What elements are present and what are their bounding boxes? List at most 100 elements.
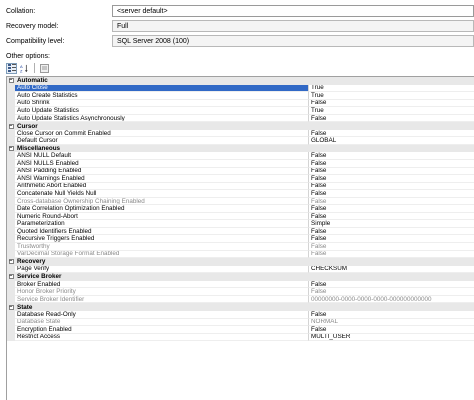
property-name[interactable]: Honor Broker Priority	[15, 288, 309, 296]
property-value[interactable]: True	[309, 92, 474, 100]
category-row-recovery[interactable]: − Recovery	[7, 258, 474, 266]
property-row[interactable]: Auto Update Statistics True	[7, 107, 474, 115]
property-name[interactable]: Trustworthy	[15, 243, 309, 251]
categorized-icon[interactable]	[6, 62, 17, 74]
property-value[interactable]: False	[309, 130, 474, 138]
property-name[interactable]: ANSI Warnings Enabled	[15, 175, 309, 183]
property-value[interactable]: False	[309, 190, 474, 198]
property-value[interactable]: False	[309, 228, 474, 236]
property-name[interactable]: Page Verify	[15, 265, 309, 274]
collapse-icon[interactable]: −	[8, 146, 14, 152]
property-name[interactable]: Close Cursor on Commit Enabled	[15, 129, 309, 138]
property-value[interactable]: False	[309, 175, 474, 183]
collapse-icon[interactable]: −	[8, 304, 14, 310]
property-row[interactable]: ANSI Warnings Enabled False	[7, 175, 474, 183]
property-name[interactable]: Database State	[15, 318, 309, 327]
category-row-state[interactable]: − State	[7, 303, 474, 311]
property-row[interactable]: VarDecimal Storage Format Enabled False	[7, 250, 474, 259]
property-name[interactable]: Recursive Triggers Enabled	[15, 235, 309, 244]
collapse-icon[interactable]: −	[8, 259, 14, 265]
property-row[interactable]: Auto Shrink False	[7, 99, 474, 108]
property-row[interactable]: Parameterization Simple	[7, 220, 474, 228]
collapse-icon[interactable]: −	[8, 123, 14, 129]
property-row[interactable]: Cross-database Ownership Chaining Enable…	[7, 197, 474, 206]
property-name[interactable]: Auto Update Statistics	[15, 107, 309, 115]
property-row[interactable]: Auto Create Statistics True	[7, 92, 474, 100]
property-name[interactable]: Service Broker Identifier	[15, 295, 309, 304]
property-name[interactable]: Encryption Enabled	[15, 326, 309, 334]
property-row[interactable]: Quoted Identifiers Enabled False	[7, 227, 474, 236]
property-value[interactable]: Simple	[309, 220, 474, 228]
property-row[interactable]: Trustworthy False	[7, 243, 474, 251]
property-value[interactable]: True	[309, 85, 474, 93]
property-row[interactable]: Database State NORMAL	[7, 318, 474, 327]
property-row[interactable]: Honor Broker Priority False	[7, 288, 474, 296]
property-row[interactable]: Service Broker Identifier 00000000-0000-0…	[7, 295, 474, 304]
property-value[interactable]: False	[309, 235, 474, 244]
property-name[interactable]: Broker Enabled	[15, 280, 309, 289]
alphabetical-icon[interactable]: AZ	[19, 63, 30, 74]
property-row[interactable]: ANSI NULL Default False	[7, 152, 474, 161]
property-name[interactable]: Auto Close	[15, 84, 309, 93]
property-name[interactable]: ANSI NULL Default	[15, 152, 309, 161]
property-name[interactable]: Concatenate Null Yields Null	[15, 190, 309, 198]
property-row[interactable]: Date Correlation Optimization Enabled Fal…	[7, 205, 474, 213]
property-name[interactable]: Cross-database Ownership Chaining Enable…	[15, 197, 309, 206]
property-row[interactable]: Arithmetic Abort Enabled False	[7, 182, 474, 191]
property-value[interactable]: False	[309, 100, 474, 108]
property-row[interactable]: Close Cursor on Commit Enabled False	[7, 129, 474, 138]
row-gutter	[7, 167, 15, 176]
property-row[interactable]: Database Read-Only False	[7, 310, 474, 319]
property-name[interactable]: ANSI Padding Enabled	[15, 167, 309, 176]
property-row[interactable]: Restrict Access MULTI_USER	[7, 333, 474, 342]
property-name[interactable]: VarDecimal Storage Format Enabled	[15, 250, 309, 259]
property-name[interactable]: Auto Shrink	[15, 99, 309, 108]
property-name[interactable]: Parameterization	[15, 220, 309, 228]
property-value[interactable]: False	[309, 311, 474, 319]
property-value[interactable]: CHECKSUM	[309, 266, 474, 274]
property-name[interactable]: Restrict Access	[15, 333, 309, 342]
property-row[interactable]: Recursive Triggers Enabled False	[7, 235, 474, 244]
property-name[interactable]: Arithmetic Abort Enabled	[15, 182, 309, 191]
property-name[interactable]: Date Correlation Optimization Enabled	[15, 205, 309, 213]
recovery-model-combo[interactable]: Full	[112, 20, 474, 32]
compatibility-combo[interactable]: SQL Server 2008 (100)	[112, 35, 474, 47]
property-value[interactable]: False	[309, 115, 474, 123]
property-value[interactable]: True	[309, 107, 474, 115]
property-value[interactable]: False	[309, 205, 474, 213]
category-row-service-broker[interactable]: − Service Broker	[7, 273, 474, 281]
property-value[interactable]: MULTI_USER	[309, 334, 474, 342]
property-value[interactable]: False	[309, 183, 474, 191]
property-name[interactable]: Quoted Identifiers Enabled	[15, 227, 309, 236]
property-row[interactable]: Page Verify CHECKSUM	[7, 265, 474, 274]
property-value[interactable]: False	[309, 168, 474, 176]
property-row[interactable]: Broker Enabled False	[7, 280, 474, 289]
property-row[interactable]: Default Cursor GLOBAL	[7, 137, 474, 145]
property-row[interactable]: Numeric Round-Abort False	[7, 212, 474, 221]
property-value[interactable]: False	[309, 152, 474, 161]
property-row[interactable]: Encryption Enabled False	[7, 326, 474, 334]
property-row[interactable]: ANSI NULLS Enabled False	[7, 160, 474, 168]
category-row-cursor[interactable]: − Cursor	[7, 122, 474, 130]
property-name[interactable]: Auto Create Statistics	[15, 92, 309, 100]
collapse-icon[interactable]: −	[8, 78, 14, 84]
category-row-miscellaneous[interactable]: − Miscellaneous	[7, 144, 474, 153]
property-name[interactable]: ANSI NULLS Enabled	[15, 160, 309, 168]
property-value[interactable]: False	[309, 160, 474, 168]
property-name[interactable]: Auto Update Statistics Asynchronously	[15, 114, 309, 123]
property-name[interactable]: Database Read-Only	[15, 310, 309, 319]
property-pages-icon[interactable]	[39, 63, 50, 74]
collapse-icon[interactable]: −	[8, 274, 14, 280]
property-name[interactable]: Numeric Round-Abort	[15, 212, 309, 221]
property-value[interactable]: False	[309, 326, 474, 334]
property-row[interactable]: Auto Update Statistics Asynchronously Fal…	[7, 114, 474, 123]
property-row[interactable]: Auto Close True	[7, 84, 474, 93]
property-value[interactable]: False	[309, 213, 474, 221]
category-row-automatic[interactable]: − Automatic	[7, 77, 474, 85]
collation-combo[interactable]: <server default>	[112, 5, 474, 17]
property-row[interactable]: ANSI Padding Enabled False	[7, 167, 474, 176]
property-name[interactable]: Default Cursor	[15, 137, 309, 145]
property-row[interactable]: Concatenate Null Yields Null False	[7, 190, 474, 198]
property-value[interactable]: GLOBAL	[309, 137, 474, 145]
property-value[interactable]: False	[309, 281, 474, 289]
